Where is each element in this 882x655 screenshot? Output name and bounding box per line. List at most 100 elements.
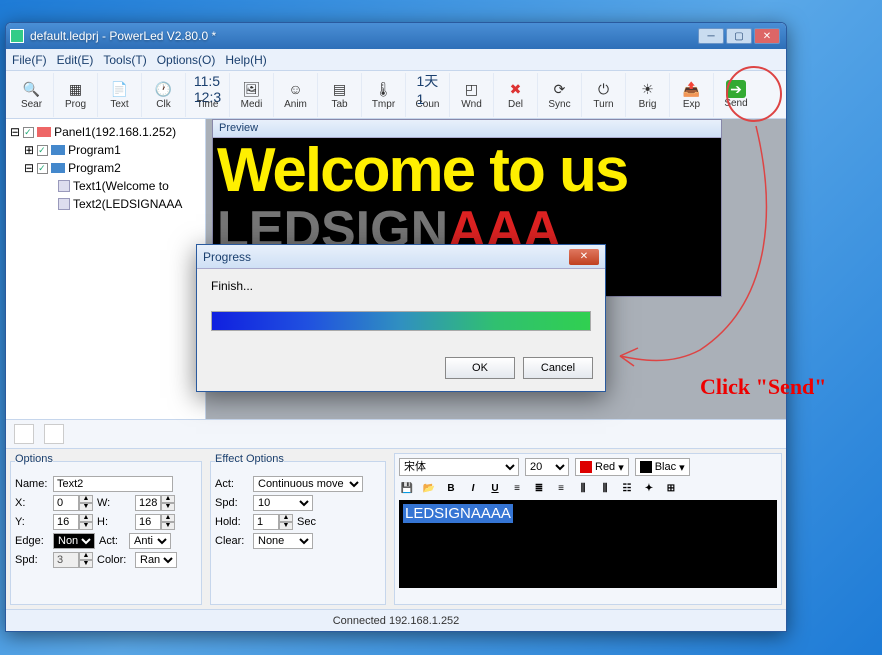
grid-button[interactable]: ⊞ (663, 480, 679, 496)
cancel-button[interactable]: Cancel (523, 357, 593, 379)
dialog-message: Finish... (211, 279, 591, 293)
titlebar[interactable]: default.ledprj - PowerLed V2.80.0 * ─ ▢ … (6, 23, 786, 49)
tool-search[interactable]: 🔍Sear (10, 73, 54, 117)
h-label: H: (97, 516, 131, 528)
statusbar: Connected 192.168.1.252 (6, 609, 786, 631)
name-label: Name: (15, 478, 49, 490)
tool-exp[interactable]: 📤Exp (670, 73, 714, 117)
text-editor[interactable]: LEDSIGNAAAA (399, 500, 777, 588)
menu-help[interactable]: Help(H) (225, 53, 266, 67)
act-select[interactable]: Continuous move (253, 476, 363, 492)
edge-label: Edge: (15, 535, 49, 547)
text-panel: 宋体 20 Red ▾ Blac ▾ 💾 📂 B I U ≡ ≣ ≡ ⫼ ⫼ ☷… (394, 453, 782, 605)
tool-tmpr[interactable]: 🌡Tmpr (362, 73, 406, 117)
tool-brig[interactable]: ☀Brig (626, 73, 670, 117)
effect-legend: Effect Options (215, 453, 284, 469)
minimize-button[interactable]: ─ (698, 28, 724, 44)
annotation-circle (726, 66, 782, 122)
edge-spd-input[interactable]: ▲▼ (53, 552, 93, 568)
edge-color-select[interactable]: Ranc (135, 552, 177, 568)
hold-label: Hold: (215, 516, 249, 528)
align-left-button[interactable]: ≡ (509, 480, 525, 496)
align-center-button[interactable]: ≣ (531, 480, 547, 496)
italic-button[interactable]: I (465, 480, 481, 496)
save-icon[interactable]: 💾 (399, 480, 415, 496)
window-title: default.ledprj - PowerLed V2.80.0 * (30, 29, 698, 43)
fg-color-select[interactable]: Red ▾ (575, 458, 629, 476)
maximize-button[interactable]: ▢ (726, 28, 752, 44)
tool-medi[interactable]: 🖼Medi (230, 73, 274, 117)
align-right-button[interactable]: ≡ (553, 480, 569, 496)
y-input[interactable]: ▲▼ (53, 514, 93, 530)
tool-anim[interactable]: ☺Anim (274, 73, 318, 117)
tree-prog2[interactable]: Program2 (68, 161, 121, 175)
tool-wnd[interactable]: ◰Wnd (450, 73, 494, 117)
project-tree[interactable]: ⊟Panel1(192.168.1.252) ⊞Program1 ⊟Progra… (6, 119, 206, 419)
tree-prog1[interactable]: Program1 (68, 143, 121, 157)
bg-color-select[interactable]: Blac ▾ (635, 458, 690, 476)
spacing-button[interactable]: ⫼ (575, 480, 591, 496)
mid-button[interactable] (44, 424, 64, 444)
menu-options[interactable]: Options(O) (157, 53, 216, 67)
size-select[interactable]: 20 (525, 458, 569, 476)
eff-spd-select[interactable]: 10 (253, 495, 313, 511)
ok-button[interactable]: OK (445, 357, 515, 379)
y-label: Y: (15, 516, 49, 528)
tree-text2[interactable]: Text2(LEDSIGNAAA (73, 197, 182, 211)
tool-time[interactable]: 11:512:3Time (186, 73, 230, 117)
underline-button[interactable]: U (487, 480, 503, 496)
edge-select[interactable]: Non (53, 533, 95, 549)
tool-del[interactable]: ✖Del (494, 73, 538, 117)
tool-tab[interactable]: ▤Tab (318, 73, 362, 117)
clear-label: Clear: (215, 535, 249, 547)
text-icon (58, 198, 70, 210)
name-input[interactable] (53, 476, 173, 492)
preview-title[interactable]: Preview (213, 120, 721, 138)
menu-tools[interactable]: Tools(T) (103, 53, 146, 67)
tool-coun[interactable]: 1天1Coun (406, 73, 450, 117)
text-icon (58, 180, 70, 192)
hold-input[interactable]: ▲▼ (253, 514, 293, 530)
effect-panel: Effect Options Act:Continuous move Spd:1… (210, 453, 386, 605)
effect-button[interactable]: ✦ (641, 480, 657, 496)
tool-text[interactable]: 📄Text (98, 73, 142, 117)
menu-edit[interactable]: Edit(E) (57, 53, 94, 67)
tool-sync[interactable]: ⟳Sync (538, 73, 582, 117)
menu-file[interactable]: File(F) (12, 53, 47, 67)
dialog-title: Progress (203, 250, 251, 264)
mid-button[interactable] (14, 424, 34, 444)
checkbox-icon[interactable] (37, 163, 48, 174)
h-input[interactable]: ▲▼ (135, 514, 175, 530)
checkbox-icon[interactable] (37, 145, 48, 156)
more-button[interactable]: ☷ (619, 480, 635, 496)
w-label: W: (97, 497, 131, 509)
tool-prog[interactable]: ▦Prog (54, 73, 98, 117)
tree-panel[interactable]: Panel1(192.168.1.252) (54, 125, 176, 139)
w-input[interactable]: ▲▼ (135, 495, 175, 511)
checkbox-icon[interactable] (23, 127, 34, 138)
clear-select[interactable]: None (253, 533, 313, 549)
font-select[interactable]: 宋体 (399, 458, 519, 476)
dialog-titlebar[interactable]: Progress ✕ (197, 245, 605, 269)
program-icon (51, 163, 65, 173)
tree-text1[interactable]: Text1(Welcome to (73, 179, 169, 193)
bold-button[interactable]: B (443, 480, 459, 496)
tool-clk[interactable]: 🕐Clk (142, 73, 186, 117)
spacing2-button[interactable]: ⫼ (597, 480, 613, 496)
menubar: File(F) Edit(E) Tools(T) Options(O) Help… (6, 49, 786, 71)
options-legend: Options (15, 453, 53, 469)
dialog-close-button[interactable]: ✕ (569, 249, 599, 265)
toolbar: 🔍Sear ▦Prog 📄Text 🕐Clk 11:512:3Time 🖼Med… (6, 71, 786, 119)
x-label: X: (15, 497, 49, 509)
x-input[interactable]: ▲▼ (53, 495, 93, 511)
edge-act-select[interactable]: Anti (129, 533, 171, 549)
open-icon[interactable]: 📂 (421, 480, 437, 496)
options-panel: Options Name: X: ▲▼ W: ▲▼ Y: ▲▼ H: ▲▼ Edge: N… (10, 453, 202, 605)
tool-turn[interactable]: ⏻Turn (582, 73, 626, 117)
edge-act-label: Act: (99, 535, 125, 547)
mid-toolbar (6, 419, 786, 449)
program-icon (51, 145, 65, 155)
close-button[interactable]: ✕ (754, 28, 780, 44)
editor-content[interactable]: LEDSIGNAAAA (403, 504, 513, 523)
format-toolbar: 💾 📂 B I U ≡ ≣ ≡ ⫼ ⫼ ☷ ✦ ⊞ (399, 480, 777, 496)
